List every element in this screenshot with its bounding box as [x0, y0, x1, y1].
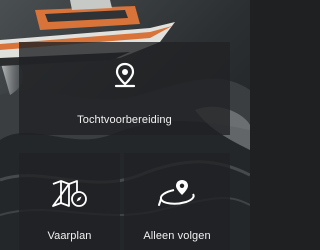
tochtvoorbereiding-label: Tochtvoorbereiding	[77, 114, 172, 126]
folded-map-compass-icon	[51, 179, 89, 214]
vaarplan-label: Vaarplan	[47, 230, 92, 242]
alleen-volgen-tile[interactable]: Alleen volgen	[124, 153, 230, 250]
map-pin-icon	[114, 62, 136, 93]
alleen-volgen-label: Alleen volgen	[143, 230, 211, 242]
tochtvoorbereiding-tile[interactable]: Tochtvoorbereiding	[19, 42, 230, 135]
vaarplan-tile[interactable]: Vaarplan	[19, 153, 120, 250]
orbit-pin-icon	[157, 177, 197, 214]
